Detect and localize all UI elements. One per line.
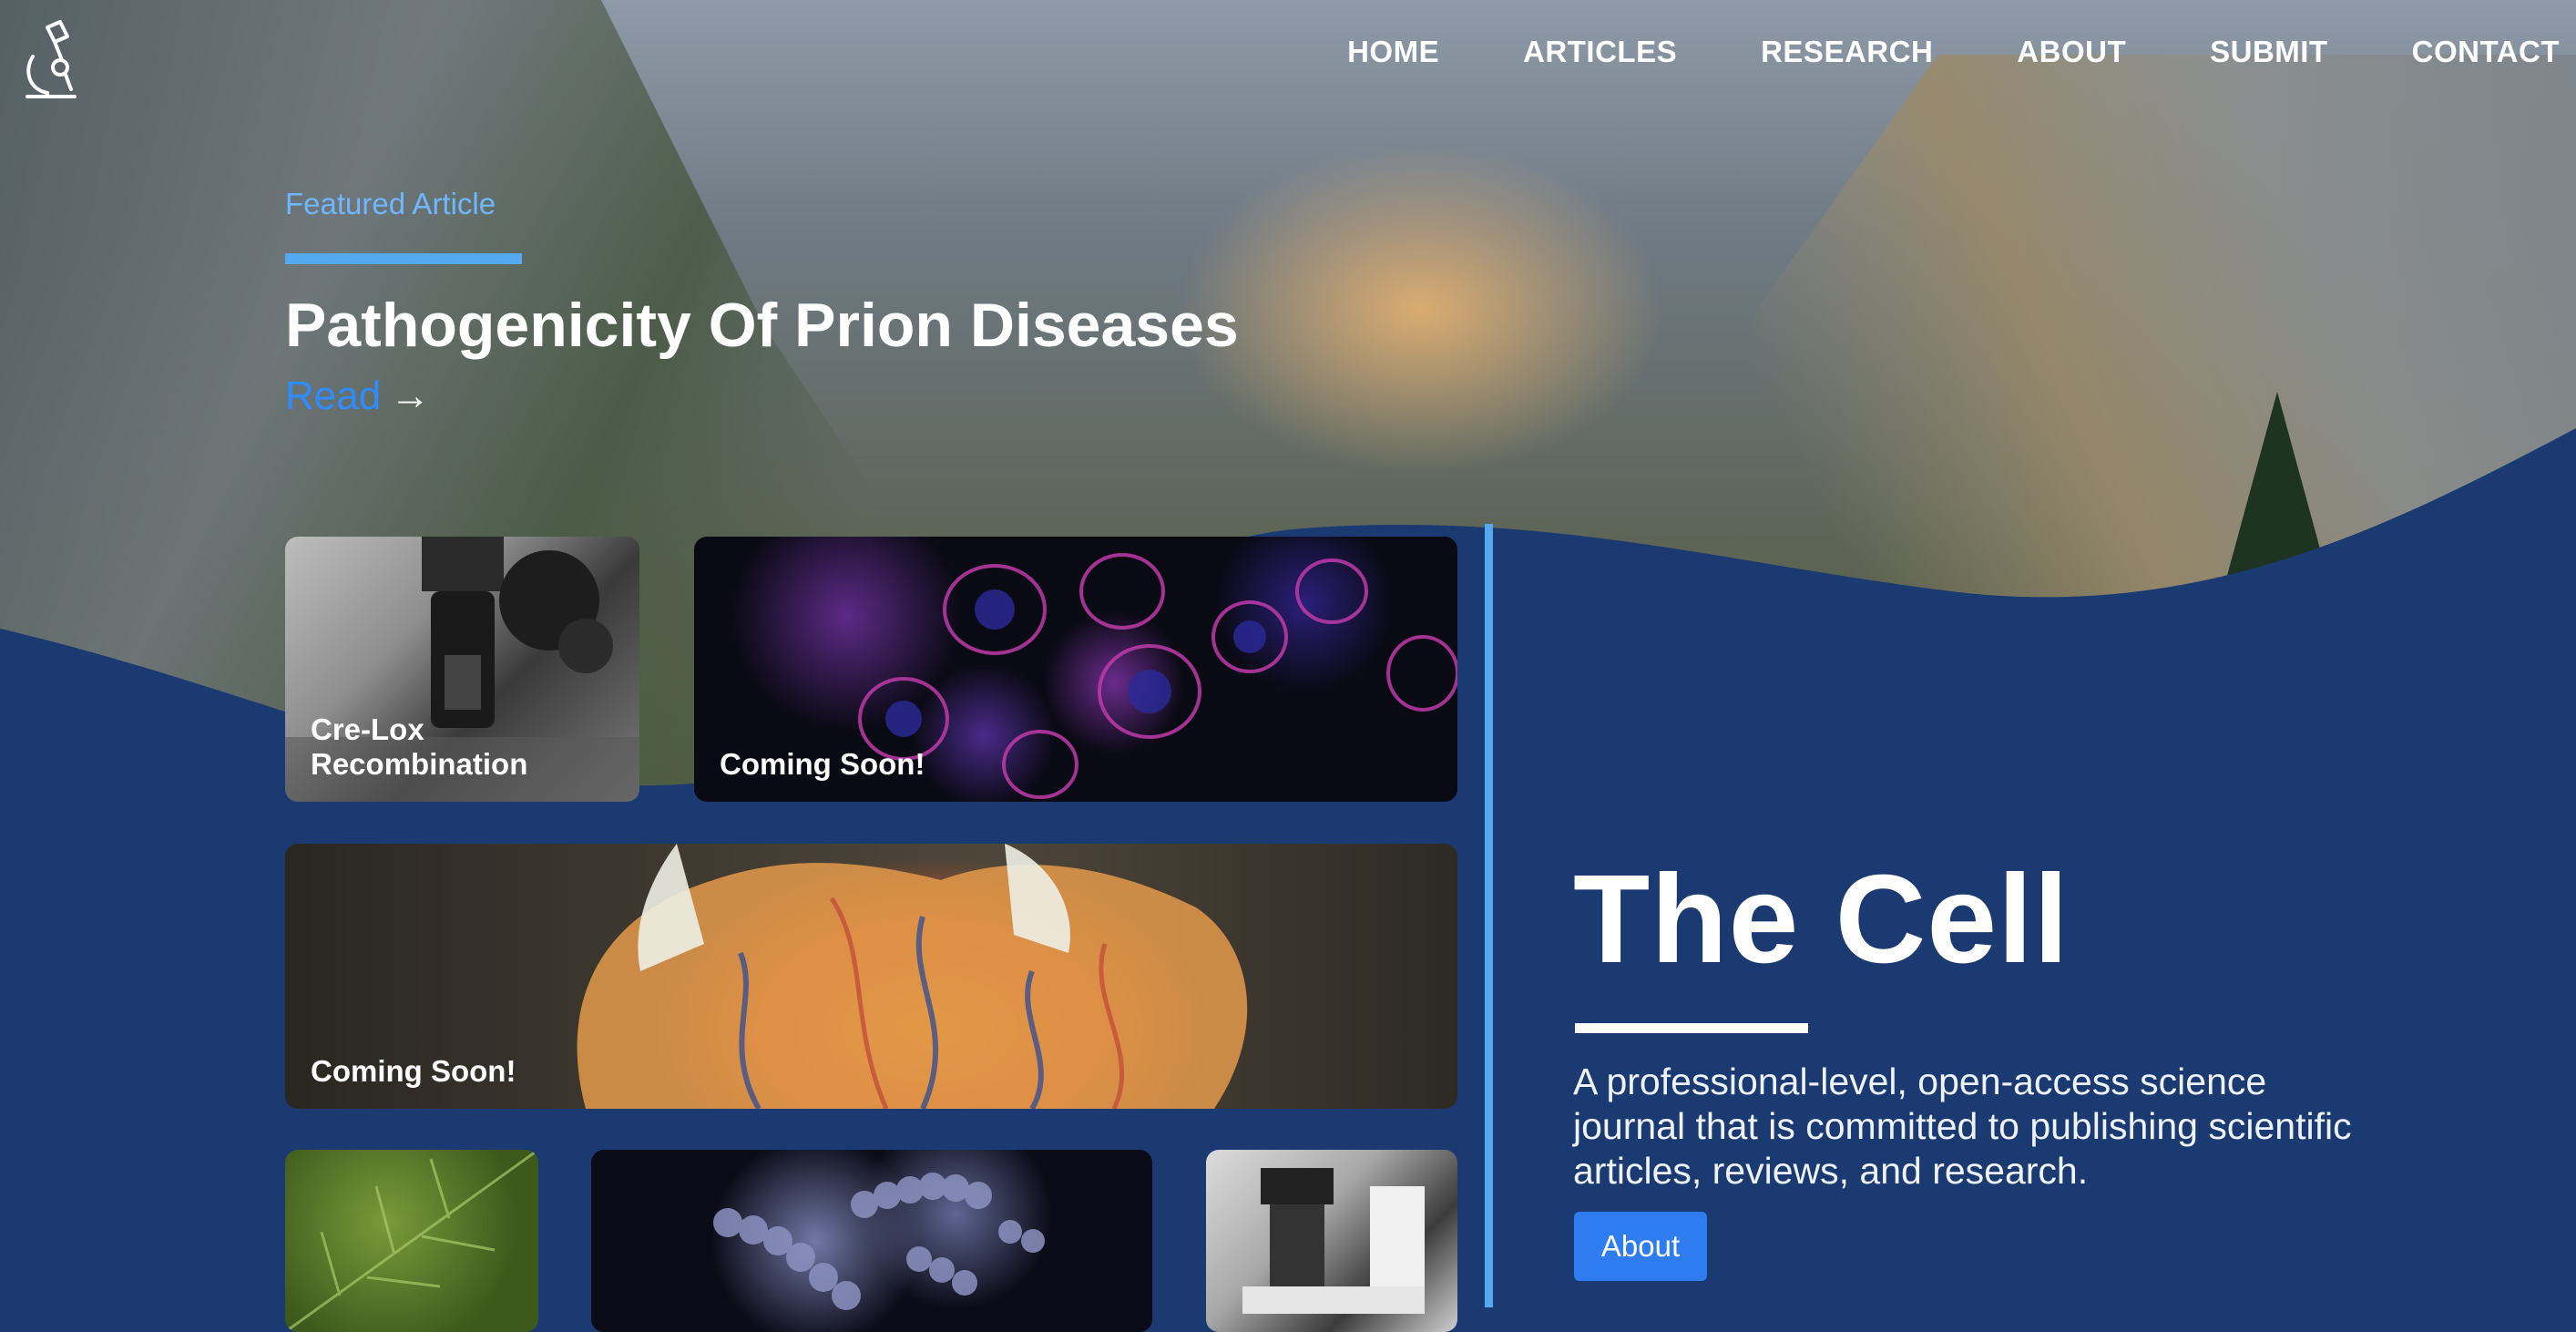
- nav-home[interactable]: HOME: [1347, 35, 1439, 69]
- bacteria-image: [713, 1173, 1045, 1310]
- nav-submit[interactable]: SUBMIT: [2210, 35, 2328, 69]
- nav-research[interactable]: RESEARCH: [1761, 35, 1933, 69]
- lab-microscope-image: [1242, 1168, 1425, 1314]
- article-card-leaf[interactable]: [285, 1150, 538, 1332]
- featured-label: Featured Article: [285, 187, 496, 220]
- card-label: Cre-Lox Recombination: [311, 712, 528, 782]
- read-label: Read: [285, 374, 382, 418]
- article-card-lab[interactable]: [1206, 1150, 1457, 1332]
- article-card-cells[interactable]: Coming Soon!: [694, 537, 1457, 802]
- journal-description: A professional-level, open-access scienc…: [1573, 1060, 2352, 1192]
- article-card-heart[interactable]: Coming Soon!: [285, 844, 1457, 1109]
- featured-underline: [285, 253, 522, 264]
- card-label: Coming Soon!: [720, 747, 925, 782]
- about-button[interactable]: About: [1574, 1212, 1707, 1281]
- microscope-icon[interactable]: [20, 20, 89, 108]
- featured-title: Pathogenicity Of Prion Diseases: [285, 291, 1239, 360]
- nav-articles[interactable]: ARTICLES: [1523, 35, 1677, 69]
- leaf-image: [285, 1150, 538, 1332]
- nav-contact[interactable]: CONTACT: [2412, 35, 2560, 69]
- article-card-cre-lox[interactable]: Cre-Lox Recombination: [285, 537, 639, 802]
- journal-title: The Cell: [1573, 849, 2070, 989]
- card-label: Coming Soon!: [311, 1054, 516, 1089]
- arrow-right-icon: →: [390, 374, 431, 418]
- vertical-divider: [1485, 524, 1493, 1307]
- article-card-bacteria[interactable]: [591, 1150, 1152, 1332]
- read-link[interactable]: Read →: [285, 374, 430, 419]
- journal-title-underline: [1575, 1023, 1808, 1033]
- nav-about[interactable]: ABOUT: [2017, 35, 2126, 69]
- main-nav: HOME ARTICLES RESEARCH ABOUT SUBMIT CONT…: [1347, 35, 2560, 69]
